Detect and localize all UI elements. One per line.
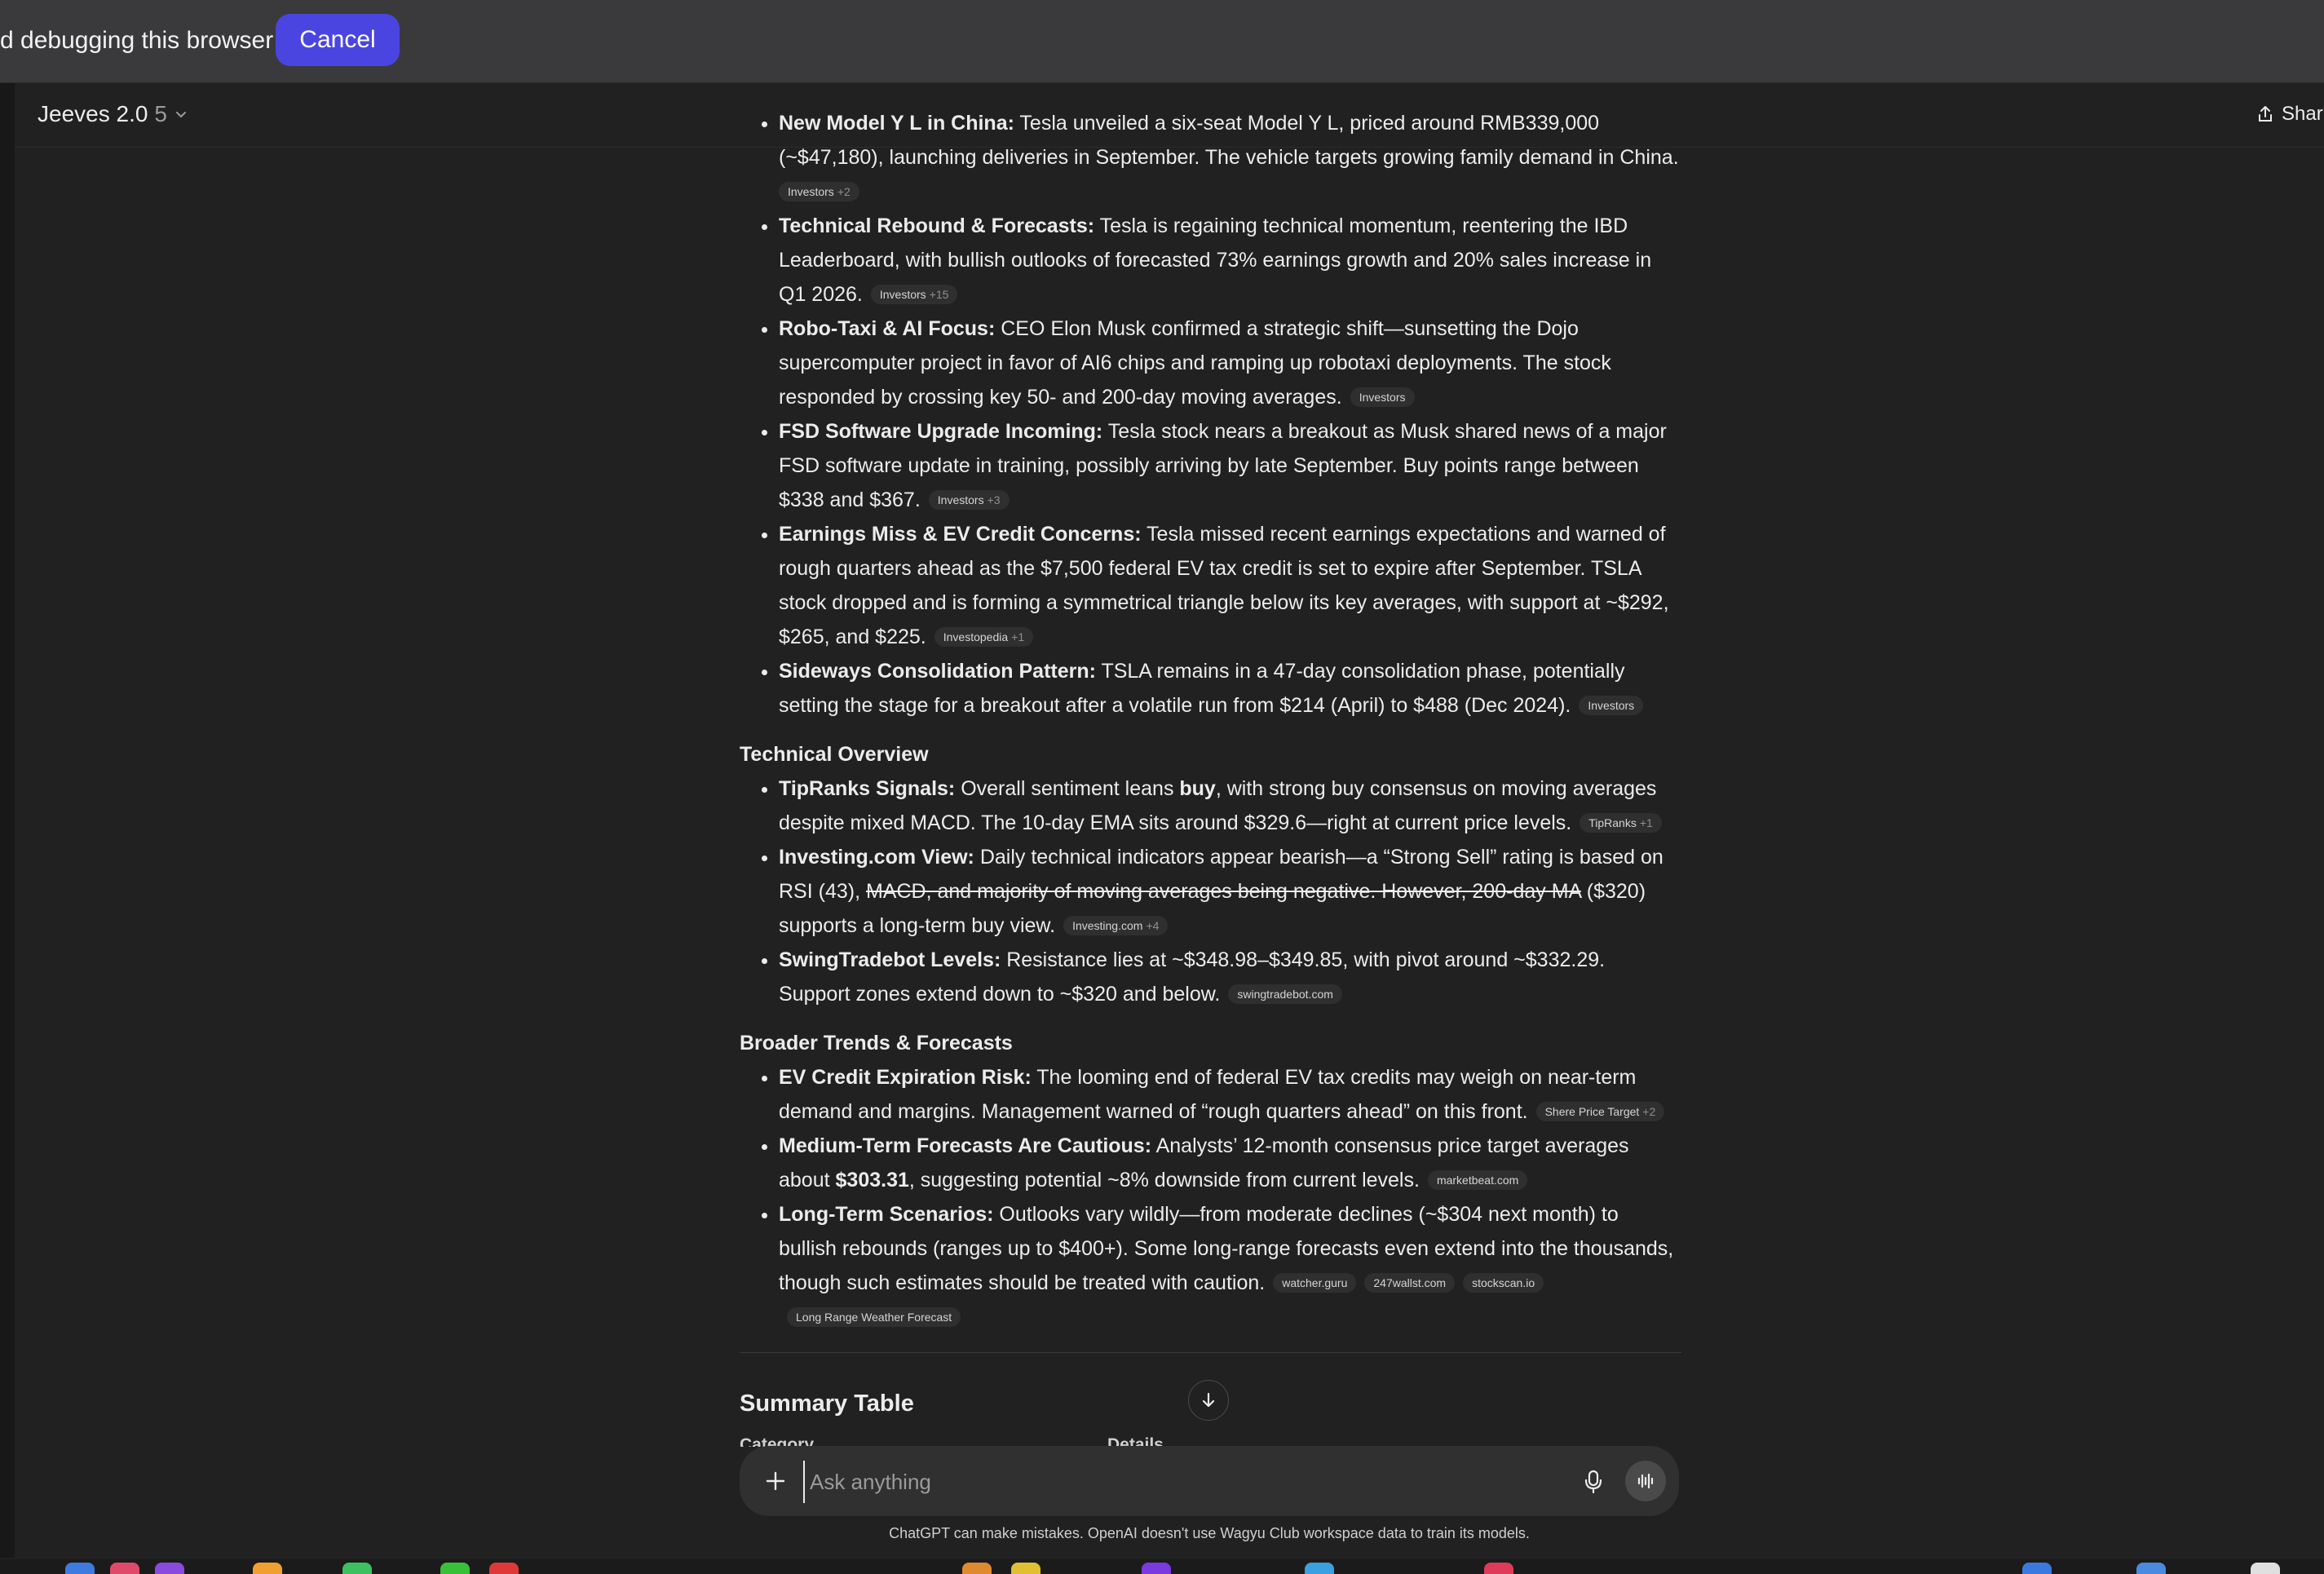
item-title: FSD Software Upgrade Incoming:	[779, 420, 1103, 443]
share-label: Shar	[2282, 103, 2323, 125]
share-icon	[2259, 106, 2272, 122]
source-pill[interactable]: Investors	[1350, 387, 1415, 407]
plus-icon[interactable]	[762, 1468, 789, 1494]
debug-banner: d debugging this browser Cancel	[0, 0, 2324, 83]
item-title: New Model Y L in China:	[779, 112, 1014, 135]
summary-table-title: Summary Table	[740, 1391, 914, 1417]
assistant-message: New Model Y L in China: Tesla unveiled a…	[740, 112, 1681, 1334]
model-version: 5	[154, 101, 167, 126]
source-pill[interactable]: stockscan.io	[1463, 1273, 1544, 1293]
item-title: Earnings Miss & EV Credit Concerns:	[779, 523, 1142, 546]
broader-list: EV Credit Expiration Risk: The looming e…	[740, 1060, 1681, 1334]
item-title: Robo-Taxi & AI Focus:	[779, 317, 996, 340]
source-pill[interactable]: marketbeat.com	[1427, 1170, 1528, 1190]
list-item: New Model Y L in China: Tesla unveiled a…	[779, 106, 1681, 209]
technical-list: TipRanks Signals: Overall sentiment lean…	[740, 772, 1681, 1011]
list-item: Investing.com View: Daily technical indi…	[779, 840, 1681, 943]
dock-app-icon[interactable]	[1305, 1563, 1334, 1574]
source-pill[interactable]: Investors +2	[779, 182, 859, 201]
source-pill[interactable]: TipRanks +1	[1580, 813, 1662, 833]
list-item: Sideways Consolidation Pattern: TSLA rem…	[779, 654, 1681, 723]
source-pill[interactable]: Investopedia +1	[934, 627, 1034, 647]
cancel-button[interactable]: Cancel	[276, 14, 400, 66]
model-name: Jeeves 2.0	[38, 101, 148, 126]
dock-app-icon[interactable]	[962, 1563, 992, 1574]
section-divider	[740, 1352, 1681, 1353]
list-item: SwingTradebot Levels: Resistance lies at…	[779, 943, 1681, 1011]
disclaimer-text: ChatGPT can make mistakes. OpenAI doesn'…	[889, 1525, 1530, 1541]
list-item: Technical Rebound & Forecasts: Tesla is …	[779, 209, 1681, 312]
dock-app-icon[interactable]	[2136, 1563, 2166, 1574]
item-title: Technical Rebound & Forecasts:	[779, 214, 1095, 237]
list-item: Medium-Term Forecasts Are Cautious: Anal…	[779, 1129, 1681, 1197]
source-pill[interactable]: Shere Price Target +2	[1535, 1102, 1665, 1121]
source-pill[interactable]: Investors +15	[870, 285, 958, 304]
source-pill[interactable]: swingtradebot.com	[1228, 984, 1342, 1004]
list-item: Robo-Taxi & AI Focus: CEO Elon Musk conf…	[779, 312, 1681, 414]
dock-app-icon[interactable]	[342, 1563, 372, 1574]
chevron-down-icon	[176, 112, 186, 118]
list-item: Earnings Miss & EV Credit Concerns: Tesl…	[779, 517, 1681, 654]
dock-app-icon[interactable]	[65, 1563, 95, 1574]
news-list: New Model Y L in China: Tesla unveiled a…	[740, 106, 1681, 723]
dock-app-icon[interactable]	[1484, 1563, 1513, 1574]
sidebar-edge	[0, 83, 15, 1558]
microphone-icon[interactable]	[1580, 1467, 1607, 1495]
dock-app-icon[interactable]	[489, 1563, 519, 1574]
section-heading-broader: Broader Trends & Forecasts	[740, 1032, 1013, 1054]
list-item: FSD Software Upgrade Incoming: Tesla sto…	[779, 414, 1681, 517]
list-item: TipRanks Signals: Overall sentiment lean…	[779, 772, 1681, 840]
dock-app-icon[interactable]	[2022, 1563, 2052, 1574]
model-selector[interactable]: Jeeves 2.0 5	[38, 101, 188, 127]
dock-app-icon[interactable]	[2251, 1563, 2280, 1574]
list-item: Long-Term Scenarios: Outlooks vary wildl…	[779, 1197, 1681, 1334]
source-pill[interactable]: Long Range Weather Forecast	[787, 1307, 961, 1327]
dock-app-icon[interactable]	[110, 1563, 139, 1574]
source-pill[interactable]: watcher.guru	[1273, 1273, 1357, 1293]
source-pill[interactable]: Investors	[1579, 696, 1644, 715]
voice-mode-button[interactable]	[1625, 1461, 1666, 1501]
source-pill[interactable]: 247wallst.com	[1364, 1273, 1456, 1293]
dock	[0, 1559, 2324, 1574]
source-pill[interactable]: Investors +3	[928, 490, 1010, 510]
ask-input[interactable]	[803, 1461, 1496, 1503]
column-header-details: Details	[1107, 1435, 1164, 1447]
dock-app-icon[interactable]	[253, 1563, 282, 1574]
waveform-icon	[1637, 1473, 1654, 1489]
dock-app-icon[interactable]	[155, 1563, 184, 1574]
dock-app-icon[interactable]	[440, 1563, 470, 1574]
banner-text: d debugging this browser	[0, 27, 274, 54]
item-title: Sideways Consolidation Pattern:	[779, 660, 1096, 683]
arrow-down-icon	[1202, 1392, 1215, 1408]
dock-app-icon[interactable]	[1142, 1563, 1171, 1574]
dock-app-icon[interactable]	[1011, 1563, 1040, 1574]
list-item: EV Credit Expiration Risk: The looming e…	[779, 1060, 1681, 1129]
share-button[interactable]: Shar	[2256, 103, 2323, 126]
column-header-category: Category	[740, 1435, 815, 1447]
composer	[740, 1446, 1679, 1516]
scroll-to-bottom-button[interactable]	[1188, 1380, 1229, 1421]
source-pill[interactable]: Investing.com +4	[1063, 916, 1169, 935]
section-heading-technical: Technical Overview	[740, 743, 929, 766]
